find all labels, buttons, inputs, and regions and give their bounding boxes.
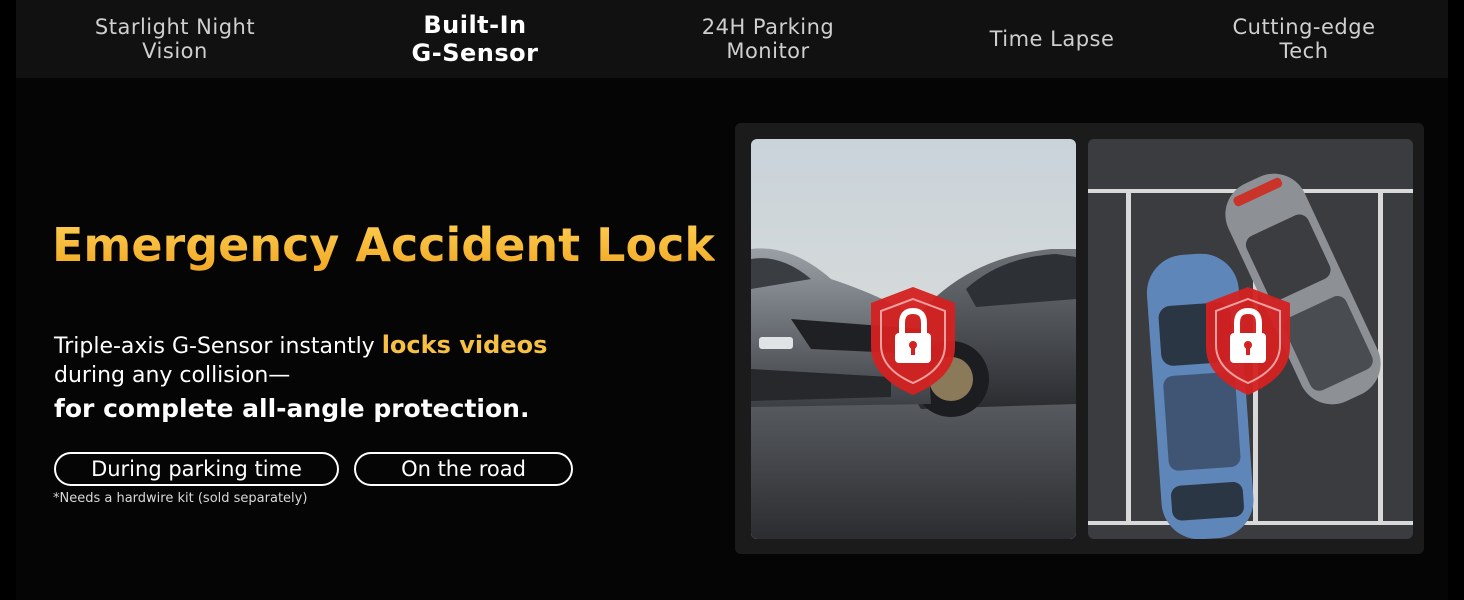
description-line-2: during any collision— <box>54 363 291 388</box>
tab-cutting-edge-tech[interactable]: Cutting-edge Tech <box>1204 0 1404 78</box>
description-line-1: Triple-axis G-Sensor instantly locks vid… <box>54 331 547 359</box>
on-the-road-button[interactable]: On the road <box>354 452 573 486</box>
tab-starlight-night-vision[interactable]: Starlight Night Vision <box>75 0 275 78</box>
tab-time-lapse[interactable]: Time Lapse <box>952 0 1152 78</box>
description-text: Triple-axis G-Sensor instantly <box>54 334 382 359</box>
tab-24h-parking-monitor[interactable]: 24H Parking Monitor <box>668 0 868 78</box>
description-highlight: locks videos <box>381 331 548 359</box>
side-collision-photo <box>751 139 1076 539</box>
headline: Emergency Accident Lock <box>52 212 715 278</box>
feature-tab-bar: Starlight Night Vision Built-In G-Sensor… <box>16 0 1448 78</box>
parking-lot-collision-photo <box>1088 139 1413 539</box>
during-parking-time-button[interactable]: During parking time <box>54 452 339 486</box>
tab-built-in-g-sensor[interactable]: Built-In G-Sensor <box>375 0 575 78</box>
footnote: *Needs a hardwire kit (sold separately) <box>53 491 308 506</box>
description-emphasis: for complete all-angle protection. <box>54 394 530 423</box>
image-panel <box>735 123 1424 554</box>
